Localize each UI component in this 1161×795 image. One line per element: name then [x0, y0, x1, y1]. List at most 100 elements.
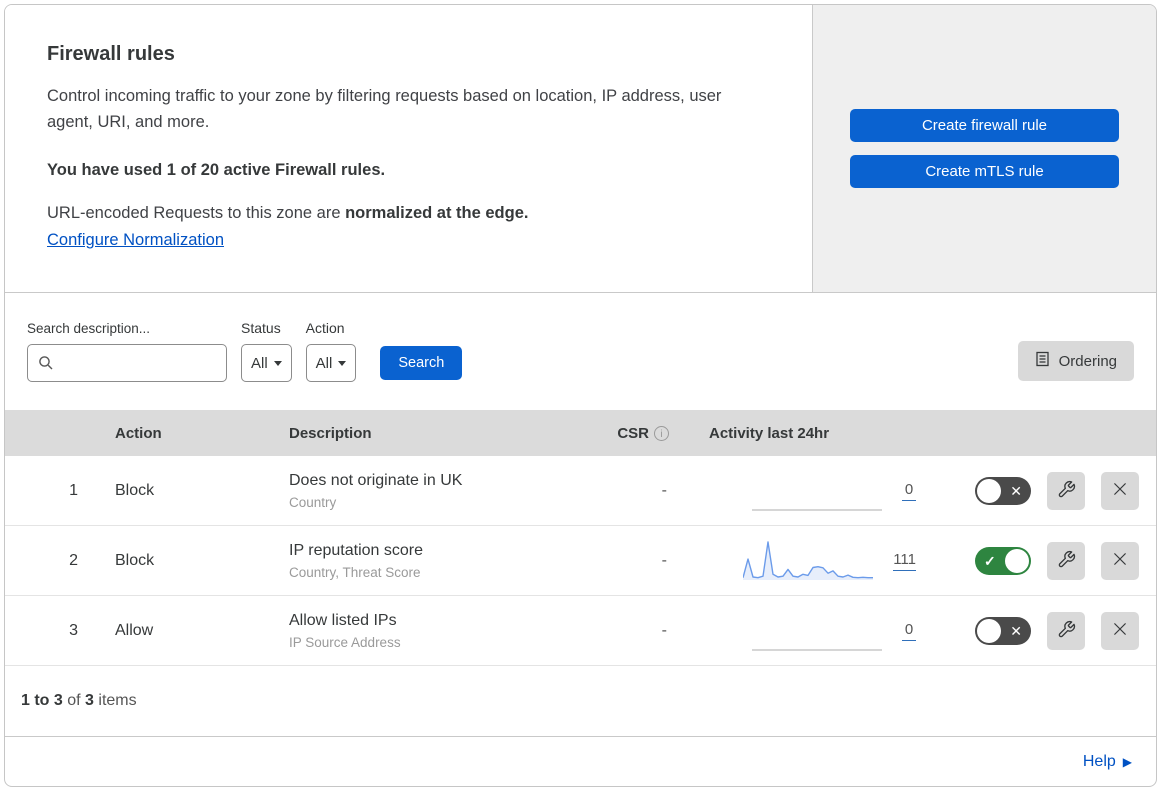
of-text: of — [62, 692, 86, 709]
create-mtls-rule-button[interactable]: Create mTLS rule — [850, 155, 1119, 188]
col-csr-header: CSR i — [559, 425, 679, 442]
rule-csr: - — [661, 481, 667, 499]
status-label: Status — [241, 320, 281, 336]
delete-rule-button[interactable] — [1101, 471, 1139, 510]
cross-icon: ✕ — [1010, 482, 1022, 499]
total-text: 3 — [85, 692, 94, 709]
activity-sparkline — [752, 508, 882, 511]
search-button[interactable]: Search — [380, 346, 463, 380]
action-dropdown[interactable]: All — [305, 344, 357, 382]
rule-action: Block — [115, 551, 155, 569]
page-description: Control incoming traffic to your zone by… — [47, 87, 722, 131]
status-field: Status All — [241, 320, 292, 382]
search-icon — [38, 355, 54, 376]
pagination-summary: 1 to 3 of 3 items — [5, 666, 1156, 736]
search-field: Search description... — [27, 321, 227, 382]
filter-bar: Search description... Status All Action — [5, 293, 1156, 410]
edit-rule-button[interactable] — [1047, 471, 1085, 510]
action-field: Action All — [305, 320, 357, 382]
close-icon — [1111, 550, 1129, 571]
enable-toggle[interactable]: ✓ ✕ — [975, 616, 1031, 645]
wrench-icon — [1057, 480, 1076, 502]
page-title: Firewall rules — [47, 43, 175, 65]
rule-controls: ✓ ✕ — [930, 541, 1156, 580]
rule-csr: - — [661, 621, 667, 639]
header-card: Firewall rules Control incoming traffic … — [5, 5, 813, 292]
rule-controls: ✓ ✕ — [930, 611, 1156, 650]
cross-icon: ✕ — [1010, 622, 1022, 639]
search-label: Search description... — [27, 321, 151, 336]
search-input-wrap — [27, 344, 227, 382]
activity-count-link[interactable]: 111 — [893, 551, 916, 571]
ordering-label: Ordering — [1058, 352, 1117, 370]
rule-controls: ✓ ✕ — [930, 471, 1156, 510]
rule-description: Allow listed IPs — [289, 611, 397, 629]
check-icon: ✓ — [984, 552, 996, 569]
table-row: 1 Block Does not originate in UK Country… — [5, 456, 1156, 526]
normalization-text: URL-encoded Requests to this zone are — [47, 204, 346, 223]
info-icon[interactable]: i — [654, 426, 669, 441]
rule-priority: 2 — [69, 551, 78, 569]
rule-csr: - — [661, 551, 667, 569]
help-label: Help — [1082, 752, 1116, 770]
ordering-list-icon — [1035, 351, 1050, 371]
rule-description: IP reputation score — [289, 541, 424, 559]
header-section: Firewall rules Control incoming traffic … — [5, 5, 1156, 293]
chevron-down-icon — [338, 360, 347, 366]
edit-rule-button[interactable] — [1047, 611, 1085, 650]
activity-count-link[interactable]: 0 — [902, 621, 916, 641]
col-action-header: Action — [115, 424, 162, 442]
action-label: Action — [305, 320, 345, 336]
wrench-icon — [1057, 550, 1076, 572]
rule-criteria: Country, Threat Score — [289, 564, 421, 580]
rule-action: Block — [115, 481, 155, 499]
help-link[interactable]: Help ▶ — [1083, 753, 1132, 771]
delete-rule-button[interactable] — [1101, 611, 1139, 650]
table-header: Action Description CSR i Activity last 24… — [5, 410, 1156, 456]
chevron-down-icon — [273, 360, 282, 366]
normalization-note: URL-encoded Requests to this zone are no… — [47, 204, 770, 223]
delete-rule-button[interactable] — [1101, 541, 1139, 580]
status-value: All — [251, 354, 268, 372]
arrow-right-icon: ▶ — [1122, 754, 1132, 769]
table-body: 1 Block Does not originate in UK Country… — [5, 456, 1156, 666]
rule-description: Does not originate in UK — [289, 471, 463, 489]
rule-description-cell: Does not originate in UK Country — [269, 472, 559, 510]
ordering-button[interactable]: Ordering — [1017, 341, 1134, 381]
toggle-knob — [1005, 548, 1029, 573]
close-icon — [1111, 480, 1129, 501]
table-row: 2 Block IP reputation score Country, Thr… — [5, 526, 1156, 596]
enable-toggle[interactable]: ✓ ✕ — [975, 476, 1031, 505]
table-row: 3 Allow Allow listed IPs IP Source Addre… — [5, 596, 1156, 666]
rule-criteria: IP Source Address — [289, 634, 401, 650]
rule-description-cell: Allow listed IPs IP Source Address — [269, 612, 559, 650]
toggle-knob — [977, 478, 1001, 503]
range-text: 1 to 3 — [21, 692, 63, 709]
rule-priority: 1 — [69, 481, 78, 499]
rule-description-cell: IP reputation score Country, Threat Scor… — [269, 542, 559, 580]
rule-activity-cell: 0 — [679, 608, 930, 654]
actions-panel: Create firewall rule Create mTLS rule — [813, 5, 1156, 292]
enable-toggle[interactable]: ✓ ✕ — [975, 546, 1031, 575]
wrench-icon — [1057, 620, 1076, 642]
rule-criteria: Country — [289, 494, 337, 510]
activity-sparkline — [752, 648, 882, 651]
rule-activity-cell: 111 — [679, 538, 930, 584]
col-activity-header: Activity last 24hr — [709, 424, 830, 442]
toggle-knob — [977, 618, 1001, 643]
edit-rule-button[interactable] — [1047, 541, 1085, 580]
action-value: All — [315, 354, 333, 372]
activity-sparkline — [743, 540, 874, 580]
usage-summary: You have used 1 of 20 active Firewall ru… — [47, 161, 386, 180]
items-text: items — [93, 692, 137, 709]
search-input[interactable] — [27, 344, 227, 382]
configure-normalization-link[interactable]: Configure Normalization — [47, 231, 224, 250]
csr-label: CSR — [617, 424, 649, 442]
status-dropdown[interactable]: All — [241, 344, 292, 382]
filter-controls: Search description... Status All Action — [27, 320, 463, 382]
create-firewall-rule-button[interactable]: Create firewall rule — [850, 109, 1119, 142]
rule-activity-cell: 0 — [679, 468, 930, 514]
activity-count-link[interactable]: 0 — [902, 481, 916, 501]
help-bar: Help ▶ — [5, 736, 1156, 786]
close-icon — [1111, 620, 1129, 641]
